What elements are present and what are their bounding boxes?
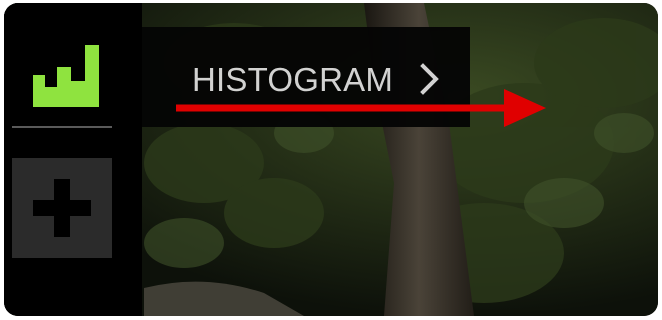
camera-preview-frame: HISTOGRAM (4, 3, 658, 316)
arrow-right-icon (176, 89, 546, 127)
